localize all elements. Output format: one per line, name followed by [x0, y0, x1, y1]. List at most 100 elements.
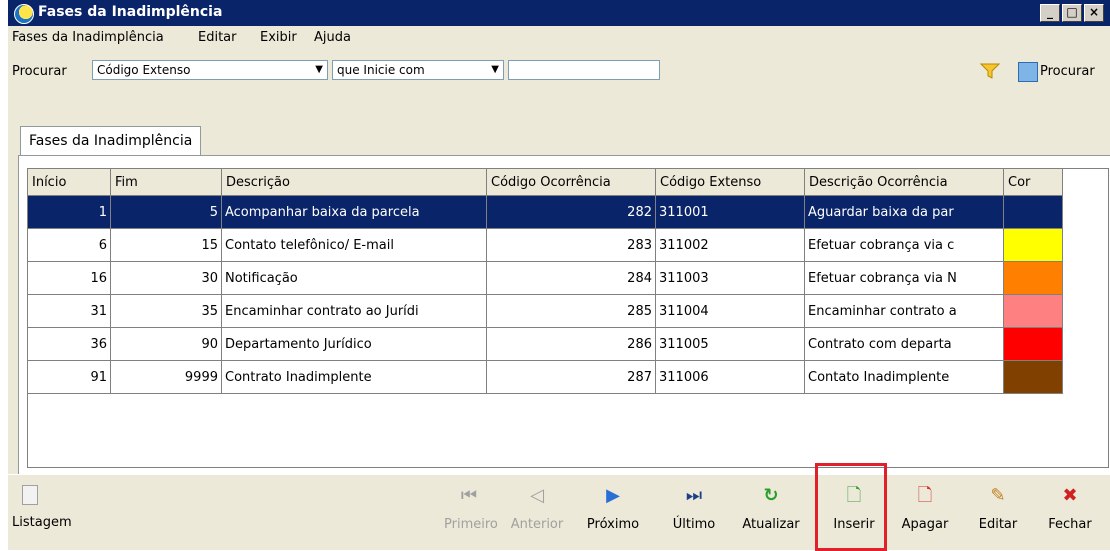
primeiro-label: Primeiro [444, 517, 498, 532]
close-window-button[interactable]: × [1084, 4, 1104, 22]
cell-codigo-ocorrencia[interactable]: 284 [486, 261, 656, 295]
cell-codigo-extenso[interactable]: 311004 [655, 294, 805, 328]
color-swatch [1004, 262, 1062, 294]
menu-ajuda[interactable]: Ajuda [314, 30, 351, 45]
cell-inicio[interactable]: 36 [28, 327, 111, 361]
proximo-button[interactable]: ▶ Próximo [582, 481, 644, 532]
table-row[interactable]: 31 35 Encaminhar contrato ao Jurídi 285 … [28, 294, 1063, 328]
cell-descricao-ocorrencia[interactable]: Contato Inadimplente [804, 360, 1004, 394]
cell-cor[interactable] [1003, 360, 1063, 394]
cell-fim[interactable]: 5 [110, 195, 222, 229]
fechar-label: Fechar [1048, 517, 1092, 532]
tab-fases[interactable]: Fases da Inadimplência [20, 126, 202, 157]
cell-fim[interactable]: 30 [110, 261, 222, 295]
cell-descricao[interactable]: Departamento Jurídico [221, 327, 487, 361]
edit-icon: ✎ [990, 485, 1006, 506]
cell-cor[interactable] [1003, 228, 1063, 262]
header-row: Início Fim Descrição Código Ocorrência C… [28, 169, 1063, 196]
anterior-button[interactable]: ◁ Anterior [508, 481, 566, 532]
table-row[interactable]: 16 30 Notificação 284 311003 Efetuar cob… [28, 261, 1063, 295]
listagem-button[interactable]: Listagem [12, 481, 72, 530]
cell-codigo-ocorrencia[interactable]: 285 [486, 294, 656, 328]
cell-cor[interactable] [1003, 195, 1063, 229]
cell-inicio[interactable]: 1 [28, 195, 111, 229]
cell-descricao-ocorrencia[interactable]: Contrato com departa [804, 327, 1004, 361]
cell-inicio[interactable]: 16 [28, 261, 111, 295]
main-window: Fases da Inadimplência _ □ × Fases da In… [8, 0, 1110, 550]
data-grid[interactable]: Início Fim Descrição Código Ocorrência C… [27, 168, 1109, 468]
cell-codigo-ocorrencia[interactable]: 283 [486, 228, 656, 262]
highlight-box [815, 463, 887, 551]
cell-descricao-ocorrencia[interactable]: Aguardar baixa da par [804, 195, 1004, 229]
cell-codigo-extenso[interactable]: 311003 [655, 261, 805, 295]
cell-descricao-ocorrencia[interactable]: Encaminhar contrato a [804, 294, 1004, 328]
cell-codigo-ocorrencia[interactable]: 286 [486, 327, 656, 361]
maximize-button[interactable]: □ [1062, 4, 1082, 22]
col-header-descricao[interactable]: Descrição [221, 169, 487, 196]
cell-fim[interactable]: 9999 [110, 360, 222, 394]
fechar-button[interactable]: ✖ Fechar [1042, 481, 1098, 532]
cell-fim[interactable]: 35 [110, 294, 222, 328]
editar-button[interactable]: ✎ Editar [970, 481, 1026, 532]
proximo-label: Próximo [586, 517, 640, 532]
cell-codigo-extenso[interactable]: 311005 [655, 327, 805, 361]
cell-inicio[interactable]: 31 [28, 294, 111, 328]
next-icon: ▶ [606, 485, 620, 506]
table-row[interactable]: 91 9999 Contrato Inadimplente 287 311006… [28, 360, 1063, 394]
cell-fim[interactable]: 15 [110, 228, 222, 262]
cell-descricao-ocorrencia[interactable]: Efetuar cobrança via c [804, 228, 1004, 262]
cell-descricao[interactable]: Notificação [221, 261, 487, 295]
ultimo-button[interactable]: ⏭ Último [668, 481, 720, 532]
cell-descricao[interactable]: Encaminhar contrato ao Jurídi [221, 294, 487, 328]
previous-icon: ◁ [530, 485, 544, 506]
menu-exibir[interactable]: Exibir [260, 30, 297, 45]
cell-inicio[interactable]: 91 [28, 360, 111, 394]
search-field-select[interactable]: Código Extenso ▼ [92, 60, 328, 80]
document-icon [22, 485, 38, 505]
cell-codigo-extenso[interactable]: 311001 [655, 195, 805, 229]
menu-fases[interactable]: Fases da Inadimplência [12, 30, 164, 45]
cell-cor[interactable] [1003, 261, 1063, 295]
anterior-label: Anterior [510, 517, 564, 532]
search-mode-select[interactable]: que Inicie com ▼ [332, 60, 504, 80]
apagar-label: Apagar [901, 517, 949, 532]
cell-codigo-extenso[interactable]: 311002 [655, 228, 805, 262]
table-row[interactable]: 6 15 Contato telefônico/ E-mail 283 3110… [28, 228, 1063, 262]
col-header-descricao-ocorrencia[interactable]: Descrição Ocorrência [804, 169, 1004, 196]
chevron-down-icon: ▼ [491, 64, 499, 75]
color-swatch [1004, 328, 1062, 360]
col-header-codigo-ocorrencia[interactable]: Código Ocorrência [486, 169, 656, 196]
primeiro-button[interactable]: ⏮ Primeiro [444, 481, 498, 532]
search-mode-value: que Inicie com [337, 63, 425, 77]
cell-cor[interactable] [1003, 294, 1063, 328]
last-record-icon: ⏭ [685, 485, 703, 506]
cell-codigo-ocorrencia[interactable]: 282 [486, 195, 656, 229]
apagar-button[interactable]: 🗋 Apagar [896, 481, 954, 532]
cell-descricao-ocorrencia[interactable]: Efetuar cobrança via N [804, 261, 1004, 295]
minimize-button[interactable]: _ [1040, 4, 1060, 22]
col-header-codigo-extenso[interactable]: Código Extenso [655, 169, 805, 196]
search-input[interactable] [508, 60, 660, 80]
cell-descricao[interactable]: Contato telefônico/ E-mail [221, 228, 487, 262]
grid-panel: Início Fim Descrição Código Ocorrência C… [18, 155, 1110, 474]
grid-table: Início Fim Descrição Código Ocorrência C… [28, 169, 1063, 394]
cell-descricao[interactable]: Acompanhar baixa da parcela [221, 195, 487, 229]
chevron-down-icon: ▼ [315, 64, 323, 75]
table-row[interactable]: 1 5 Acompanhar baixa da parcela 282 3110… [28, 195, 1063, 229]
atualizar-button[interactable]: ↻ Atualizar [736, 481, 806, 532]
cell-inicio[interactable]: 6 [28, 228, 111, 262]
filter-icon[interactable] [980, 63, 1000, 79]
find-icon[interactable] [1018, 62, 1038, 82]
table-row[interactable]: 36 90 Departamento Jurídico 286 311005 C… [28, 327, 1063, 361]
cell-codigo-ocorrencia[interactable]: 287 [486, 360, 656, 394]
cell-fim[interactable]: 90 [110, 327, 222, 361]
cell-descricao[interactable]: Contrato Inadimplente [221, 360, 487, 394]
cell-cor[interactable] [1003, 327, 1063, 361]
close-icon: ✖ [1062, 485, 1078, 506]
menu-editar[interactable]: Editar [198, 30, 237, 45]
cell-codigo-extenso[interactable]: 311006 [655, 360, 805, 394]
col-header-inicio[interactable]: Início [28, 169, 111, 196]
col-header-cor[interactable]: Cor [1003, 169, 1063, 196]
col-header-fim[interactable]: Fim [110, 169, 222, 196]
search-button[interactable]: Procurar [1040, 64, 1095, 79]
